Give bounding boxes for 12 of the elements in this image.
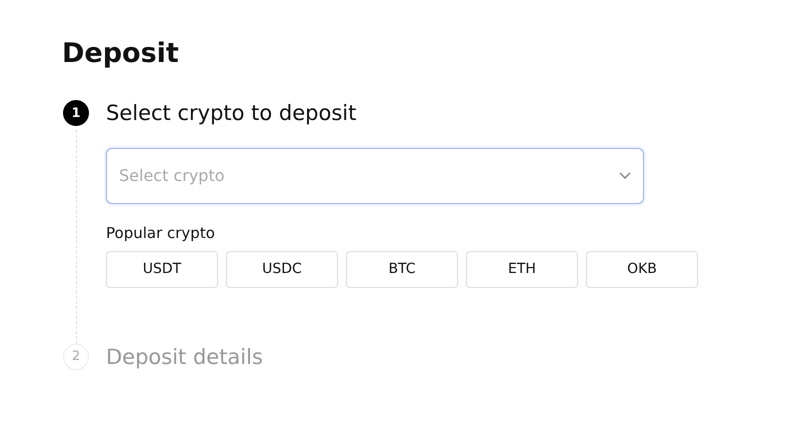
chevron-down-icon [619,172,631,180]
step-number: 2 [63,344,89,370]
crypto-button[interactable]: BTC [346,250,458,288]
crypto-button[interactable]: USDT [106,250,218,288]
step-title: Deposit details [106,344,263,370]
step-number: 1 [63,100,89,126]
page-title: Deposit [62,38,180,70]
step-title: Select crypto to deposit [106,100,358,126]
crypto-button[interactable]: OKB [586,250,698,288]
crypto-button[interactable]: USDC [226,250,338,288]
crypto-button[interactable]: ETH [466,250,578,288]
popular-label: Popular crypto [106,223,216,244]
